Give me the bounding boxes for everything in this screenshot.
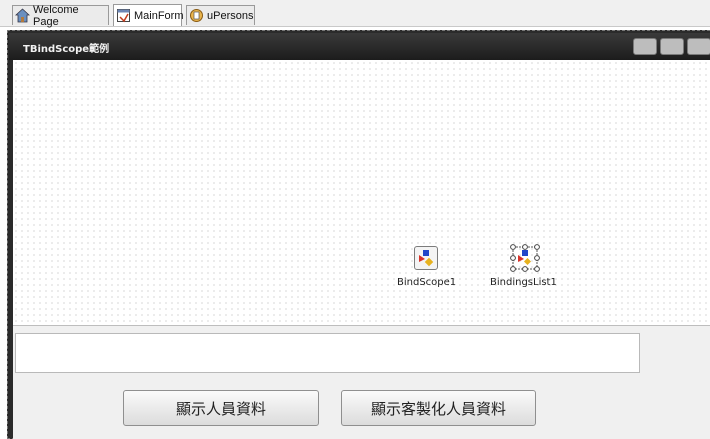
house-icon xyxy=(15,8,30,23)
tab-label: uPersons xyxy=(207,9,254,22)
maximize-button[interactable] xyxy=(660,38,684,55)
bindscope-label: BindScope1 xyxy=(397,277,457,288)
form-title: TBindScope範例 xyxy=(23,44,110,55)
tab-label: MainForm xyxy=(134,9,184,22)
bindingslist-icon xyxy=(510,244,540,272)
bindscope-icon xyxy=(419,250,434,267)
show-persons-button[interactable]: 顯示人員資料 xyxy=(123,390,319,426)
memo-field[interactable] xyxy=(15,333,640,373)
form-title-bar: TBindScope範例 xyxy=(9,33,710,60)
minimize-button[interactable] xyxy=(633,38,657,55)
bindingslist-component[interactable] xyxy=(509,244,541,272)
show-custom-persons-button[interactable]: 顯示客製化人員資料 xyxy=(341,390,536,426)
tab-mainform[interactable]: MainForm xyxy=(113,4,184,26)
tab-label: Welcome Page xyxy=(33,3,79,28)
bindingslist-label: BindingsList1 xyxy=(490,277,557,288)
tab-welcome-page[interactable]: Welcome Page xyxy=(12,3,109,28)
editor-tab-strip: Welcome Page MainForm uPersons xyxy=(0,0,710,28)
bindscope-component[interactable] xyxy=(414,246,438,270)
form-icon xyxy=(117,9,130,23)
close-button[interactable] xyxy=(687,38,710,55)
unit-icon xyxy=(190,9,203,22)
tab-upersons[interactable]: uPersons xyxy=(186,5,255,25)
